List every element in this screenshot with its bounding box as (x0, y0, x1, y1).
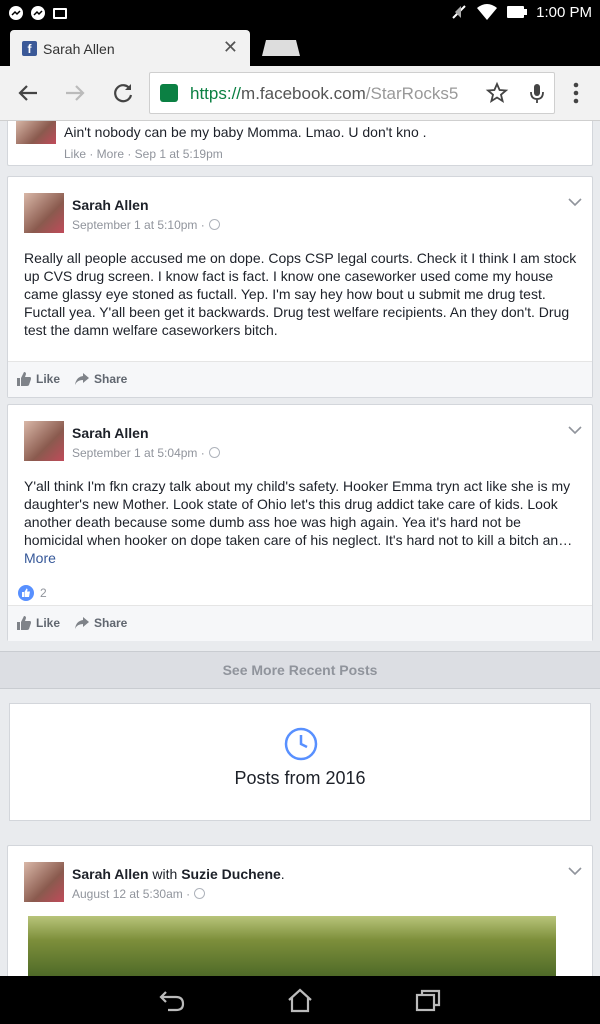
nav-recents-icon[interactable] (414, 987, 442, 1013)
mic-icon[interactable] (525, 81, 549, 105)
chevron-down-icon[interactable] (568, 866, 582, 876)
avatar[interactable] (24, 193, 64, 233)
post-text-body: Y'all think I'm fkn crazy talk about my … (24, 478, 573, 548)
post-card: Sarah Allen September 1 at 5:10pm · Real… (7, 176, 593, 398)
post-card-partial: Ain't nobody can be my baby Momma. Lmao.… (7, 121, 593, 166)
like-count[interactable]: 2 (40, 586, 47, 600)
chevron-down-icon[interactable] (568, 425, 582, 435)
nav-back-icon[interactable] (158, 987, 186, 1013)
wifi-icon (477, 4, 498, 20)
messenger-icon (31, 6, 45, 20)
status-bar: 1:00 PM (0, 0, 600, 26)
post-author[interactable]: Sarah Allen (72, 197, 149, 213)
url-path: /StarRocks5 (365, 84, 459, 103)
with-text: with (152, 866, 178, 882)
timestamp-text: September 1 at 5:04pm · (72, 446, 205, 460)
post-text: Y'all think I'm fkn crazy talk about my … (24, 477, 580, 567)
navigation-bar (0, 976, 600, 1024)
post-timestamp[interactable]: August 12 at 5:30am · (72, 887, 206, 901)
lock-icon (160, 84, 178, 102)
url-domain: m.facebook.com (241, 84, 366, 103)
tagged-user[interactable]: Suzie Duchene (181, 866, 281, 882)
share-button[interactable]: Share (94, 616, 127, 630)
post-photo[interactable] (28, 916, 556, 976)
url-scheme: https:// (190, 84, 242, 103)
post-timestamp[interactable]: September 1 at 5:04pm · (72, 446, 220, 460)
profile-feed: Ain't nobody can be my baby Momma. Lmao.… (0, 121, 600, 976)
post-author-line: Sarah Allen with Suzie Duchene. (72, 866, 285, 882)
reload-icon[interactable] (110, 80, 136, 106)
close-icon[interactable]: ✕ (223, 37, 238, 58)
like-icon (17, 372, 31, 386)
like-button[interactable]: Like (36, 616, 60, 630)
chevron-down-icon[interactable] (568, 197, 582, 207)
globe-icon (208, 447, 220, 458)
share-icon (75, 617, 89, 629)
battery-icon (507, 6, 528, 18)
avatar[interactable] (24, 421, 64, 461)
gallery-icon (53, 8, 67, 19)
mute-icon (452, 5, 466, 19)
post-author[interactable]: Sarah Allen (72, 425, 149, 441)
like-button[interactable]: Like (36, 372, 60, 386)
browser-toolbar: https://m.facebook.com/StarRocks5 (0, 66, 600, 121)
avatar[interactable] (24, 862, 64, 902)
star-icon[interactable] (485, 81, 509, 105)
post-actions: Like Share (8, 605, 592, 641)
timestamp-text: August 12 at 5:30am · (72, 887, 191, 901)
see-more-link[interactable]: More (24, 550, 56, 566)
post-actions: Like Share (8, 361, 592, 397)
like-icon (17, 616, 31, 630)
clock-icon (284, 727, 318, 761)
url-bar[interactable]: https://m.facebook.com/StarRocks5 (149, 72, 555, 114)
facebook-favicon: f (22, 41, 37, 56)
new-tab-button[interactable] (260, 38, 302, 58)
post-author[interactable]: Sarah Allen (72, 866, 149, 882)
messenger-icon (9, 6, 23, 20)
tab-sarah-allen[interactable]: f Sarah Allen ✕ (10, 30, 250, 66)
globe-icon (208, 219, 220, 230)
see-more-recent-posts-button[interactable]: See More Recent Posts (0, 651, 600, 689)
year-section-label: Posts from 2016 (234, 768, 366, 788)
tab-strip: f Sarah Allen ✕ (0, 26, 600, 66)
back-icon[interactable] (15, 80, 41, 106)
avatar[interactable] (16, 121, 56, 144)
share-button[interactable]: Share (94, 372, 127, 386)
timestamp-text: September 1 at 5:10pm · (72, 218, 205, 232)
clock-time: 1:00 PM (536, 3, 592, 21)
globe-icon (194, 888, 206, 899)
forward-icon[interactable] (62, 80, 88, 106)
menu-icon[interactable] (566, 80, 586, 106)
post-meta: Like · More · Sep 1 at 5:19pm (64, 147, 223, 161)
year-section-card[interactable]: Posts from 2016 (9, 703, 591, 821)
period-text: . (280, 866, 285, 882)
nav-home-icon[interactable] (286, 987, 314, 1013)
post-text: Ain't nobody can be my baby Momma. Lmao.… (64, 124, 427, 140)
share-icon (75, 373, 89, 385)
post-card: Sarah Allen September 1 at 5:04pm · Y'al… (7, 404, 593, 641)
tab-title: Sarah Allen (43, 41, 115, 57)
like-reaction-icon[interactable] (18, 585, 34, 601)
url-text: https://m.facebook.com/StarRocks5 (190, 84, 458, 104)
post-timestamp[interactable]: September 1 at 5:10pm · (72, 218, 220, 232)
post-text: Really all people accused me on dope. Co… (24, 250, 577, 338)
